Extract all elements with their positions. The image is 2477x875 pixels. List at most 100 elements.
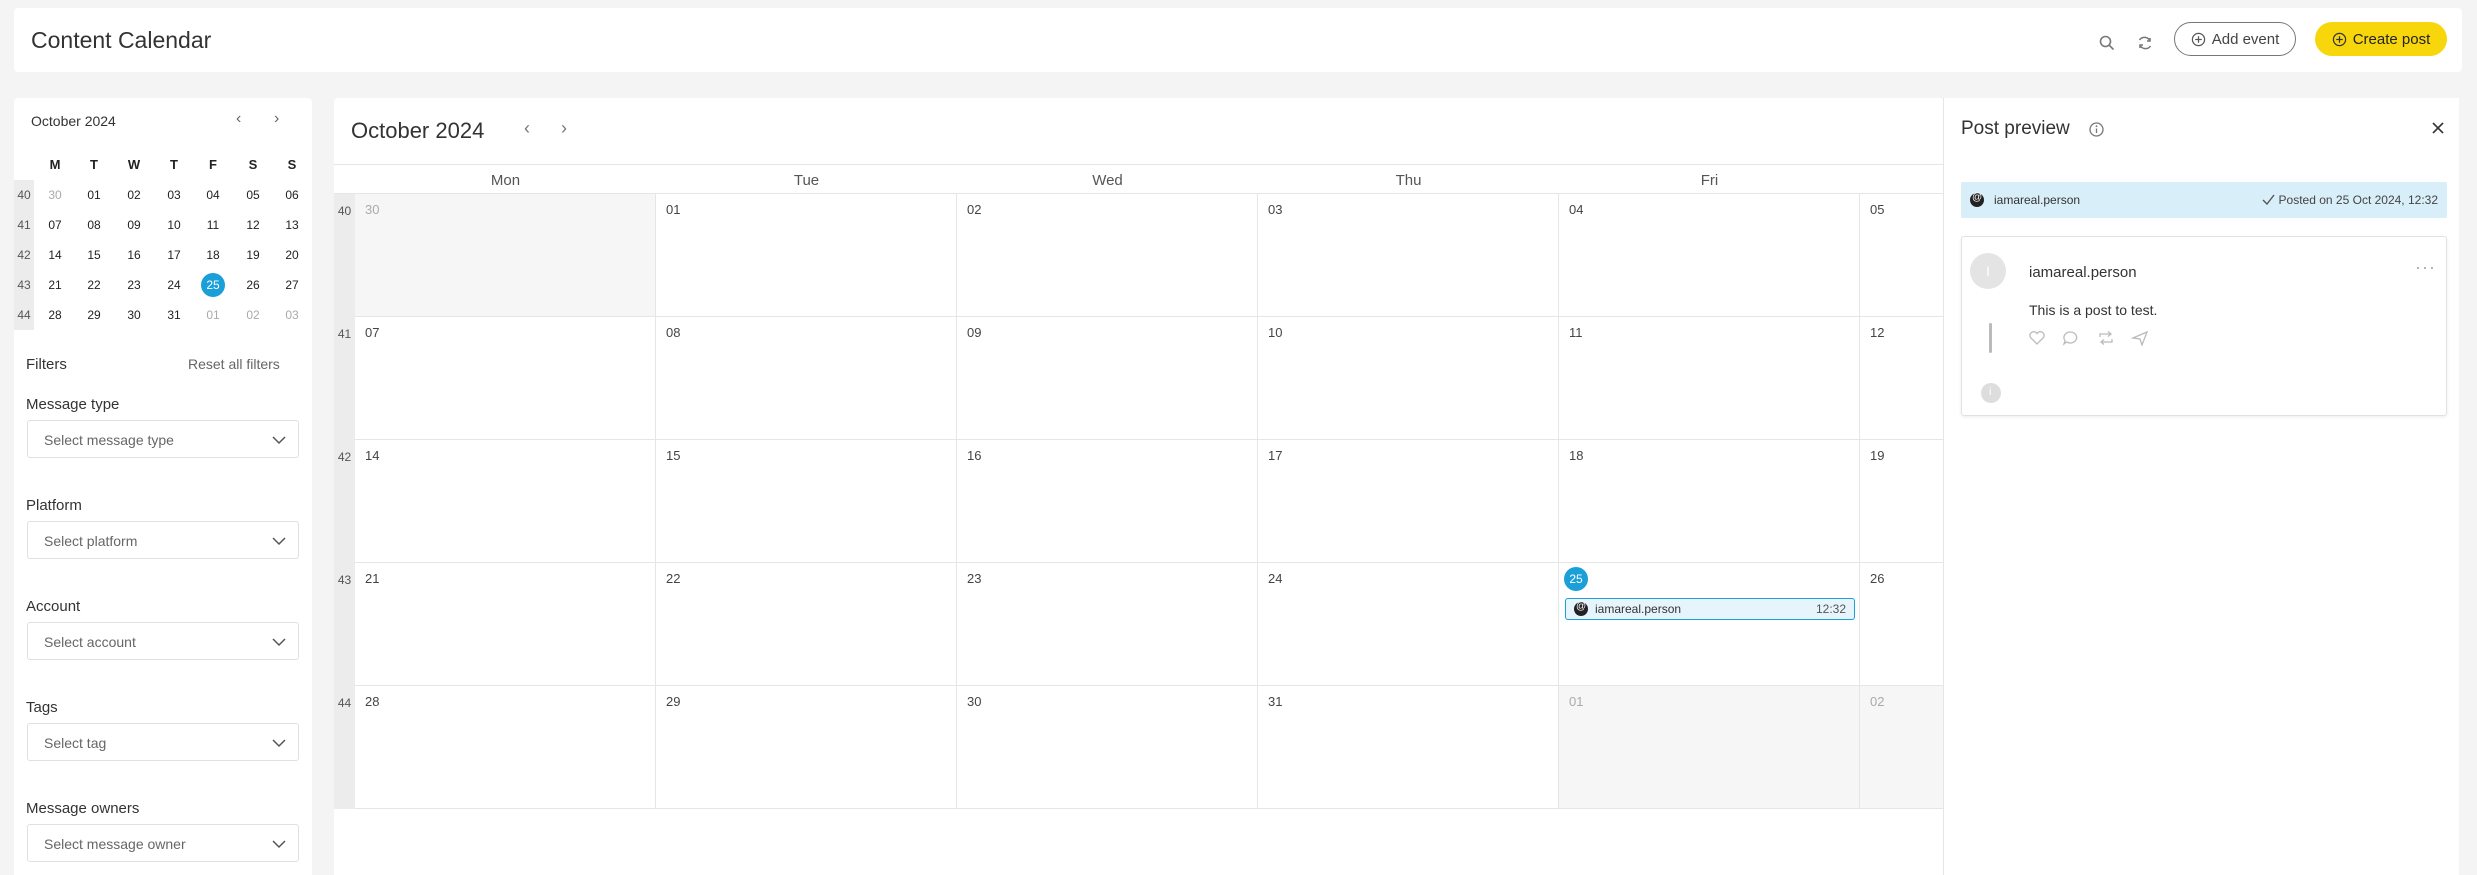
mini-day[interactable]: 30 xyxy=(40,180,70,210)
event-account: iamareal.person xyxy=(1595,602,1682,616)
today-badge: 25 xyxy=(1564,567,1588,591)
mini-day[interactable]: 03 xyxy=(277,300,307,330)
event-time: 12:32 xyxy=(1815,602,1846,616)
calendar-day-cell[interactable]: 25 iamareal.person 12:32 xyxy=(1559,563,1860,686)
mini-day[interactable]: 12 xyxy=(238,210,268,240)
calendar-day-cell[interactable]: 30 xyxy=(957,686,1258,809)
mini-day[interactable]: 25 xyxy=(198,270,228,300)
calendar-day-cell[interactable]: 23 xyxy=(957,563,1258,686)
mini-day[interactable]: 24 xyxy=(159,270,189,300)
mini-day[interactable]: 28 xyxy=(40,300,70,330)
calendar-day-cell[interactable]: 15 xyxy=(656,440,957,563)
mini-day[interactable]: 19 xyxy=(238,240,268,270)
calendar-day-cell[interactable]: 18 xyxy=(1559,440,1860,563)
mini-day[interactable]: 29 xyxy=(79,300,109,330)
mini-day[interactable]: 20 xyxy=(277,240,307,270)
calendar-day-cell[interactable]: 07 xyxy=(355,317,656,440)
calendar-day-cell[interactable]: 11 xyxy=(1559,317,1860,440)
calendar-day-cell[interactable]: 14 xyxy=(355,440,656,563)
mini-day[interactable]: 23 xyxy=(119,270,149,300)
mini-prev-month-icon[interactable]: ‹ xyxy=(236,110,241,128)
mini-day[interactable]: 13 xyxy=(277,210,307,240)
calendar-day-cell[interactable]: 22 xyxy=(656,563,957,686)
mini-next-month-icon[interactable]: › xyxy=(274,110,279,128)
next-month-icon[interactable]: › xyxy=(561,118,567,139)
mini-day[interactable]: 17 xyxy=(159,240,189,270)
mini-day[interactable]: 30 xyxy=(119,300,149,330)
day-number: 08 xyxy=(666,325,681,340)
mini-week-row: 41 07 08 09 10 11 12 13 xyxy=(14,210,312,240)
mini-day[interactable]: 16 xyxy=(119,240,149,270)
mini-day[interactable]: 04 xyxy=(198,180,228,210)
thread-line xyxy=(1989,323,1992,353)
repost-icon xyxy=(2099,331,2113,345)
calendar-day-cell[interactable]: 29 xyxy=(656,686,957,809)
mini-day[interactable]: 01 xyxy=(79,180,109,210)
mini-day[interactable]: 05 xyxy=(238,180,268,210)
mini-day[interactable]: 01 xyxy=(198,300,228,330)
mini-day[interactable]: 11 xyxy=(198,210,228,240)
mini-day[interactable]: 18 xyxy=(198,240,228,270)
mini-day[interactable]: 10 xyxy=(159,210,189,240)
refresh-icon[interactable] xyxy=(2136,34,2154,52)
prev-month-icon[interactable]: ‹ xyxy=(524,118,530,139)
post-preview-panel: Post preview iamareal.person Posted on 2… xyxy=(1943,98,2459,875)
tags-select[interactable]: Select tag xyxy=(27,723,299,761)
reset-filters-link[interactable]: Reset all filters xyxy=(188,356,280,372)
calendar-day-cell[interactable]: 04 xyxy=(1559,194,1860,317)
left-sidebar: October 2024 ‹ › M T W T F S S 40 30 01 02 0… xyxy=(14,98,312,875)
tags-placeholder: Select tag xyxy=(44,735,107,751)
calendar-day-cell[interactable]: 01 xyxy=(1559,686,1860,809)
mini-day[interactable]: 08 xyxy=(79,210,109,240)
search-icon[interactable] xyxy=(2098,34,2116,52)
calendar-day-cell[interactable]: 31 xyxy=(1258,686,1559,809)
message-type-select[interactable]: Select message type xyxy=(27,420,299,458)
mini-day[interactable]: 22 xyxy=(79,270,109,300)
post-actions xyxy=(2028,330,2161,351)
mini-day[interactable]: 07 xyxy=(40,210,70,240)
close-icon[interactable] xyxy=(2428,118,2448,138)
calendar-day-cell[interactable]: 10 xyxy=(1258,317,1559,440)
message-owners-placeholder: Select message owner xyxy=(44,836,186,852)
day-number: 02 xyxy=(967,202,982,217)
platform-select[interactable]: Select platform xyxy=(27,521,299,559)
mini-day[interactable]: 14 xyxy=(40,240,70,270)
calendar-day-cell[interactable]: 28 xyxy=(355,686,656,809)
calendar-day-cell[interactable]: 02 xyxy=(957,194,1258,317)
create-post-button[interactable]: Create post xyxy=(2315,22,2447,56)
mini-day[interactable]: 09 xyxy=(119,210,149,240)
mini-day[interactable]: 06 xyxy=(277,180,307,210)
chevron-down-icon xyxy=(272,840,286,849)
mini-day[interactable]: 03 xyxy=(159,180,189,210)
add-event-button[interactable]: Add event xyxy=(2174,22,2296,56)
mini-day[interactable]: 02 xyxy=(238,300,268,330)
calendar-day-cell[interactable]: 09 xyxy=(957,317,1258,440)
calendar-day-cell[interactable]: 03 xyxy=(1258,194,1559,317)
calendar-day-cell[interactable]: 24 xyxy=(1258,563,1559,686)
add-event-label: Add event xyxy=(2211,30,2280,48)
day-number: 01 xyxy=(1569,694,1584,709)
mini-day[interactable]: 21 xyxy=(40,270,70,300)
mini-day[interactable]: 31 xyxy=(159,300,189,330)
mini-day[interactable]: 02 xyxy=(119,180,149,210)
mini-day[interactable]: 27 xyxy=(277,270,307,300)
account-select[interactable]: Select account xyxy=(27,622,299,660)
mini-week-number: 43 xyxy=(17,278,31,292)
more-options-icon[interactable]: ··· xyxy=(2415,257,2436,278)
calendar-day-cell[interactable]: 17 xyxy=(1258,440,1559,563)
day-number: 30 xyxy=(365,202,380,217)
calendar-day-cell[interactable]: 08 xyxy=(656,317,957,440)
calendar-day-cell[interactable]: 21 xyxy=(355,563,656,686)
calendar-day-cell[interactable]: 30 xyxy=(355,194,656,317)
calendar-event-chip[interactable]: iamareal.person 12:32 xyxy=(1565,598,1855,620)
info-icon[interactable] xyxy=(2088,121,2105,138)
calendar-day-cell[interactable]: 16 xyxy=(957,440,1258,563)
account-placeholder: Select account xyxy=(44,634,136,650)
mini-day[interactable]: 15 xyxy=(79,240,109,270)
message-owners-select[interactable]: Select message owner xyxy=(27,824,299,862)
mini-weekday: S xyxy=(248,157,258,172)
mini-day[interactable]: 26 xyxy=(238,270,268,300)
day-number: 23 xyxy=(967,571,982,586)
calendar-day-cell[interactable]: 01 xyxy=(656,194,957,317)
mini-weekday: S xyxy=(287,157,297,172)
